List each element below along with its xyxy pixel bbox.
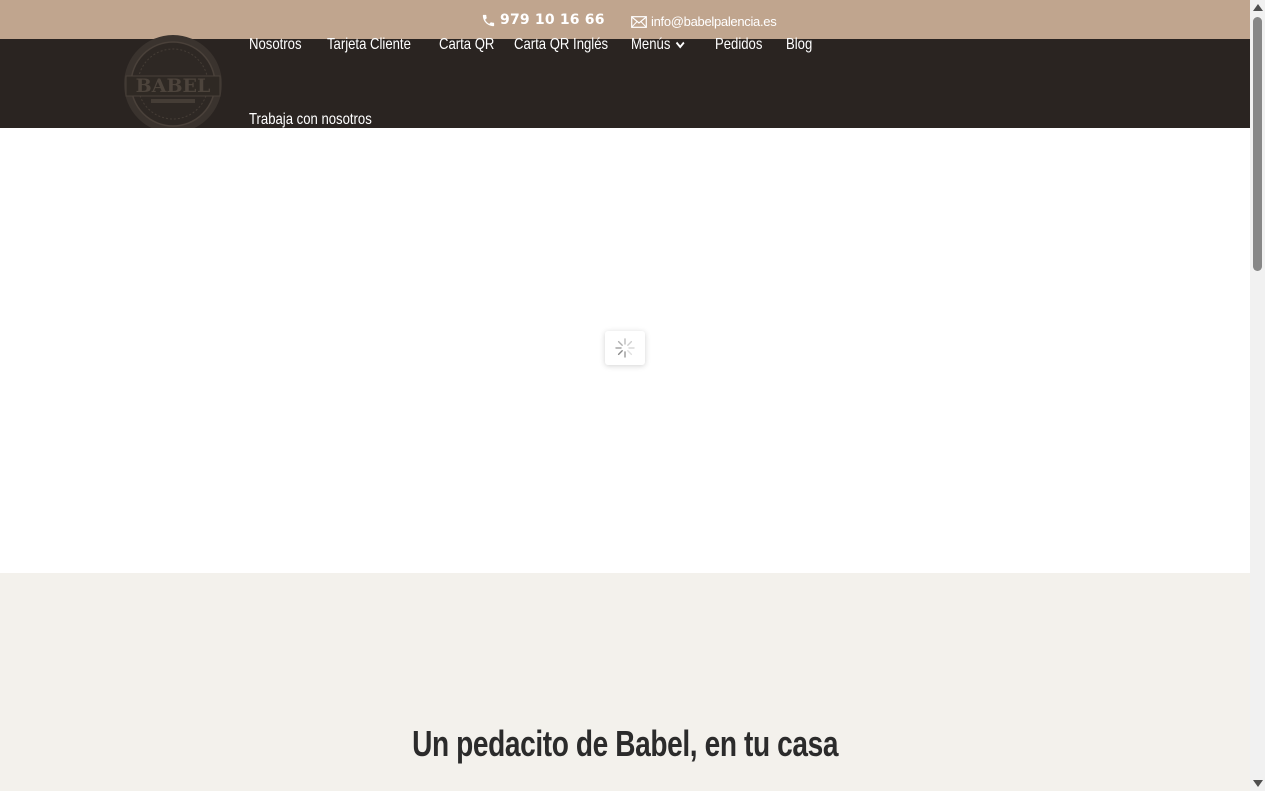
- chevron-down-icon: [675, 41, 685, 49]
- phone-number: 979 10 16 66: [500, 12, 605, 28]
- nav-item-menus[interactable]: Menús: [631, 36, 685, 54]
- nav-item-trabaja-con-nosotros[interactable]: Trabaja con nosotros: [249, 111, 372, 129]
- nav-item-blog[interactable]: Blog: [786, 36, 812, 54]
- scroll-up-arrow-icon[interactable]: [1253, 4, 1263, 11]
- slider-loading-area: [0, 128, 1250, 573]
- babel-logo[interactable]: BABEL: [123, 34, 223, 134]
- loading-indicator: [605, 331, 645, 365]
- section-heading-text: Un pedacito de Babel, en tu casa: [411, 723, 839, 764]
- nav-item-nosotros[interactable]: Nosotros: [249, 36, 302, 54]
- email-address: info@babelpalencia.es: [651, 14, 777, 29]
- loading-spinner-icon: [615, 338, 635, 358]
- email-link[interactable]: info@babelpalencia.es: [631, 14, 777, 29]
- nav-item-pedidos[interactable]: Pedidos: [715, 36, 762, 54]
- section-heading: Un pedacito de Babel, en tu casa: [0, 723, 1250, 765]
- page: 979 10 16 66 info@babelpalencia.es BABEL…: [0, 0, 1250, 791]
- nav-item-tarjeta-cliente[interactable]: Tarjeta Cliente: [327, 36, 411, 54]
- nav-item-carta-qr[interactable]: Carta QR: [439, 36, 494, 54]
- delivery-section: Un pedacito de Babel, en tu casa: [0, 573, 1250, 791]
- phone-icon: [482, 14, 495, 26]
- phone-link[interactable]: 979 10 16 66: [481, 12, 605, 28]
- nav-item-menus-label: Menús: [631, 36, 671, 53]
- nav-item-carta-qr-ingles[interactable]: Carta QR Inglés: [514, 36, 608, 54]
- logo-wordmark: BABEL: [136, 75, 211, 97]
- scroll-down-arrow-icon[interactable]: [1253, 780, 1263, 787]
- scrollbar-thumb[interactable]: [1253, 17, 1262, 271]
- mail-icon: [631, 15, 647, 28]
- vertical-scrollbar[interactable]: [1250, 0, 1265, 791]
